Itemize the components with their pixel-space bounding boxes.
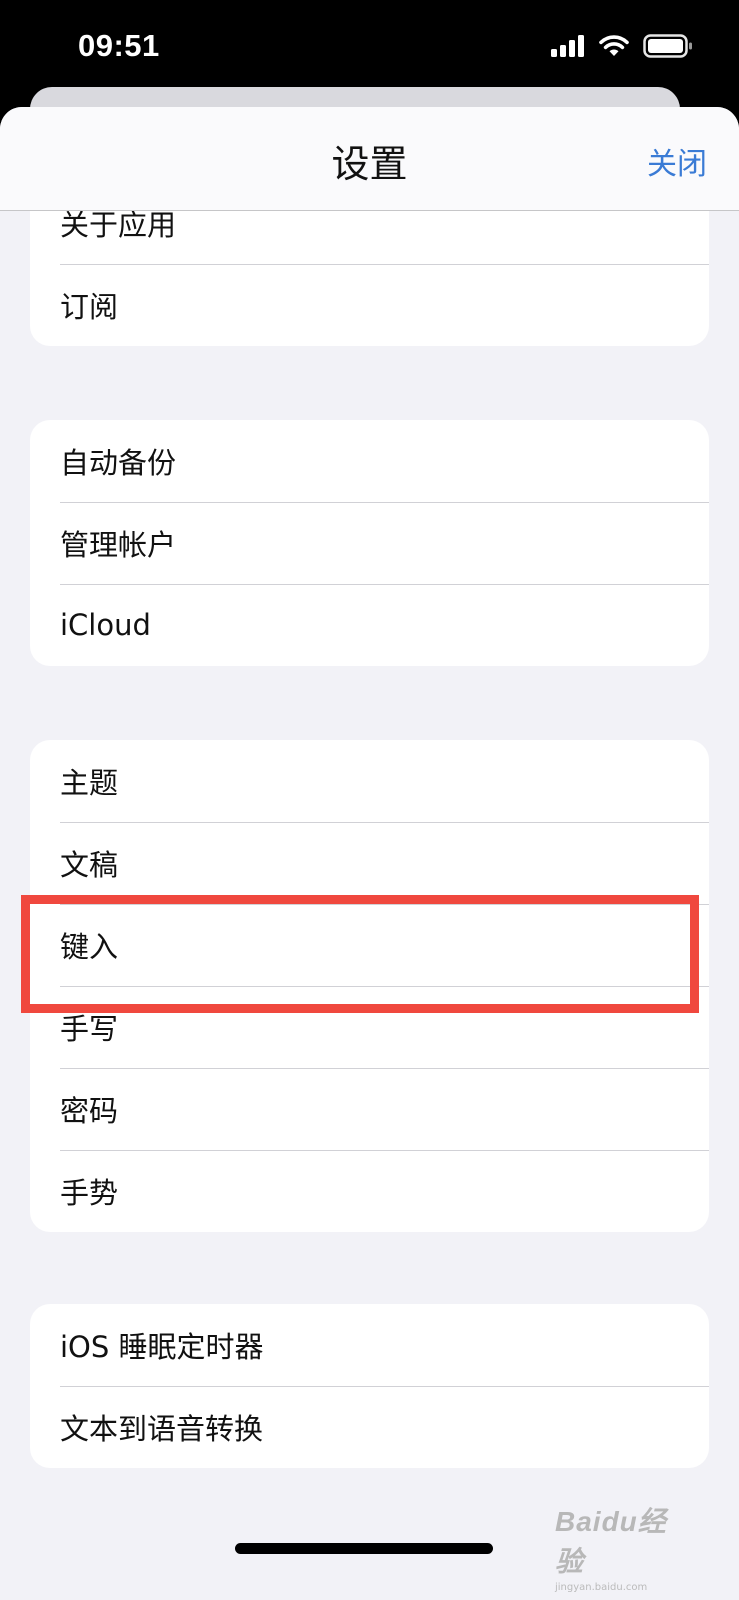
status-bar: 09:51	[0, 0, 739, 100]
settings-row-gestures[interactable]: 手势	[30, 1150, 709, 1232]
settings-row-manage-account[interactable]: 管理帐户	[30, 502, 709, 584]
settings-sheet: 设置 关闭 关于应用 订阅 自动备份 管理帐户 iCloud 主题 文稿 键入 …	[0, 107, 739, 1600]
watermark-text: Baidu经验	[555, 1506, 667, 1577]
settings-group-audio: iOS 睡眠定时器 文本到语音转换	[30, 1304, 709, 1468]
settings-group-editor: 主题 文稿 键入 手写 密码 手势	[30, 740, 709, 1232]
settings-row-handwriting[interactable]: 手写	[30, 986, 709, 1068]
battery-icon	[643, 34, 692, 58]
cellular-signal-icon	[551, 35, 584, 57]
settings-row-documents[interactable]: 文稿	[30, 822, 709, 904]
status-icons	[551, 34, 693, 58]
status-time: 09:51	[78, 28, 160, 63]
settings-row-ios-sleep-timer[interactable]: iOS 睡眠定时器	[30, 1304, 709, 1386]
page-title: 设置	[331, 142, 408, 186]
navigation-bar: 设置 关闭	[0, 107, 739, 211]
settings-row-text-to-speech[interactable]: 文本到语音转换	[30, 1386, 709, 1468]
home-indicator[interactable]	[235, 1543, 493, 1554]
settings-row-subscription[interactable]: 订阅	[30, 264, 709, 346]
watermark-subtext: jingyan.baidu.com	[555, 1582, 648, 1593]
settings-row-icloud[interactable]: iCloud	[30, 584, 709, 666]
settings-group-account: 自动备份 管理帐户 iCloud	[30, 420, 709, 666]
wifi-icon	[599, 35, 629, 56]
watermark-logo: Baidu经验 jingyan.baidu.com	[555, 1500, 695, 1593]
settings-row-typing[interactable]: 键入	[30, 904, 709, 986]
close-button[interactable]: 关闭	[647, 139, 707, 183]
settings-row-password[interactable]: 密码	[30, 1068, 709, 1150]
settings-row-auto-backup[interactable]: 自动备份	[30, 420, 709, 502]
settings-row-theme[interactable]: 主题	[30, 740, 709, 822]
